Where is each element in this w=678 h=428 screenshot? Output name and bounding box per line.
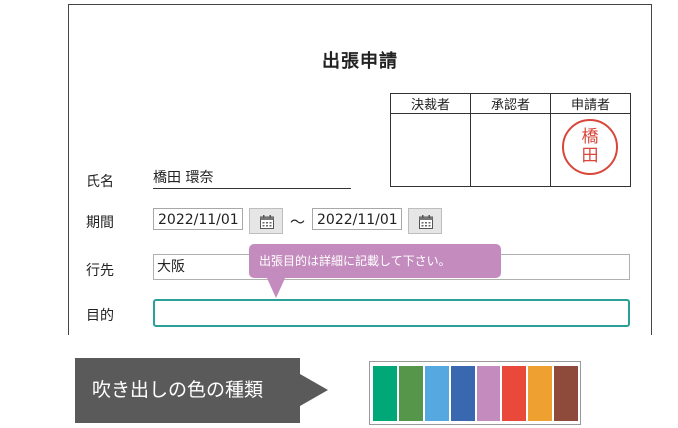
- form-title: 出張申請: [322, 51, 398, 72]
- stamp-cell-applicant[interactable]: 橋 田: [550, 113, 631, 187]
- header-approver: 承認者: [470, 93, 551, 114]
- balloon-color-banner: 吹き出しの色の種類: [75, 358, 300, 423]
- color-swatch-1[interactable]: [373, 366, 397, 421]
- calendar-icon: [260, 215, 274, 229]
- banner-arrow: [300, 374, 328, 406]
- color-swatch-5[interactable]: [476, 366, 501, 421]
- name-label: 氏名: [86, 174, 114, 190]
- application-form: 出張申請 決裁者 承認者 申請者 橋 田 氏名 橋田 環奈 期間 2022/11…: [68, 4, 652, 335]
- color-swatch-6[interactable]: [502, 366, 527, 421]
- color-swatch-7[interactable]: [528, 366, 553, 421]
- date-separator: ～: [290, 213, 306, 231]
- date-to-calendar-button[interactable]: [408, 208, 442, 234]
- purpose-label: 目的: [86, 308, 114, 324]
- purpose-tooltip: 出張目的は詳細に記載して下さい。: [249, 244, 501, 278]
- color-swatch-2[interactable]: [398, 366, 423, 421]
- color-swatch-palette: [369, 361, 581, 425]
- period-label: 期間: [86, 215, 114, 231]
- header-applicant: 申請者: [550, 93, 631, 114]
- date-to-input[interactable]: 2022/11/01: [312, 208, 402, 230]
- stamp-cell-approver[interactable]: [470, 113, 551, 187]
- name-seal-stamp: 橋 田: [562, 119, 618, 175]
- stamp-char-2: 田: [581, 146, 599, 166]
- color-swatch-8[interactable]: [554, 366, 578, 421]
- date-from-input[interactable]: 2022/11/01: [153, 208, 243, 230]
- stamp-char-1: 橋: [581, 127, 599, 147]
- approval-stamp-table: 決裁者 承認者 申請者 橋 田: [390, 93, 631, 187]
- date-from-calendar-button[interactable]: [249, 208, 283, 234]
- stamp-cell-final[interactable]: [390, 113, 471, 187]
- destination-label: 行先: [86, 263, 114, 279]
- tooltip-tail: [266, 276, 286, 298]
- header-approver-final: 決裁者: [390, 93, 471, 114]
- purpose-input[interactable]: [153, 299, 630, 327]
- color-swatch-3[interactable]: [424, 366, 449, 421]
- name-field[interactable]: 橋田 環奈: [153, 167, 351, 189]
- color-swatch-4[interactable]: [450, 366, 475, 421]
- calendar-icon: [419, 215, 433, 229]
